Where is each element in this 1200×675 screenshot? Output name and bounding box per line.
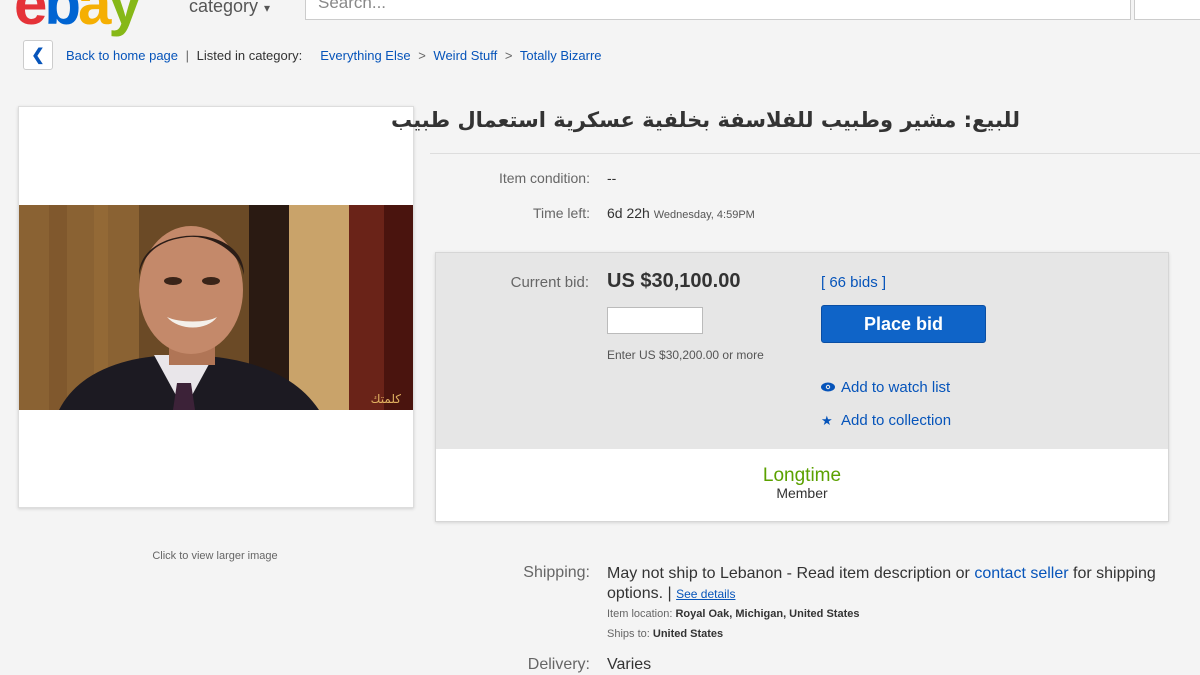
search-scope-field[interactable]	[1134, 0, 1200, 20]
item-condition-label: Item condition:	[498, 170, 590, 186]
breadcrumb-item-everything-else[interactable]: Everything Else	[320, 48, 410, 63]
current-bid-label: Current bid:	[510, 274, 589, 291]
see-details-link[interactable]: See details	[676, 587, 735, 601]
seller-badge-title: Longtime	[762, 465, 842, 486]
view-larger-image-caption[interactable]: Click to view larger image	[18, 550, 412, 562]
bid-hint: Enter US $30,200.00 or more	[607, 348, 764, 362]
item-location-label: Item location:	[607, 608, 673, 620]
breadcrumb: Back to home page | Listed in category: …	[66, 48, 602, 63]
breadcrumb-item-weird-stuff[interactable]: Weird Stuff	[433, 48, 497, 63]
ships-to: Ships to: United States	[607, 628, 723, 640]
logo-letter-b: b	[44, 0, 81, 37]
item-image-panel[interactable]: كلمتك	[18, 106, 414, 508]
category-dropdown[interactable]: category ▾	[189, 0, 270, 17]
caret-down-icon: ▾	[264, 1, 271, 15]
top-bar: ebay category ▾ Search...	[0, 0, 1200, 34]
seller-badge-subtitle: Member	[776, 485, 828, 501]
search-placeholder: Search...	[318, 0, 387, 12]
logo-letter-e: e	[14, 0, 47, 37]
time-left-duration: 6d 22h	[607, 205, 650, 221]
shipping-text-before: May not ship to Lebanon - Read item desc…	[607, 565, 975, 582]
breadcrumb-item-totally-bizarre[interactable]: Totally Bizarre	[520, 48, 602, 63]
time-left-label: Time left:	[532, 205, 590, 221]
collection-label: Add to collection	[841, 412, 952, 429]
search-input[interactable]: Search...	[305, 0, 1131, 20]
current-bid-value: US $30,100.00	[607, 270, 741, 292]
ships-to-label: Ships to:	[607, 628, 650, 640]
back-button[interactable]: ❮	[23, 40, 53, 70]
breadcrumb-separator: >	[418, 48, 426, 63]
add-to-watch-list-link[interactable]: Add to watch list	[821, 379, 950, 396]
watch-list-label: Add to watch list	[841, 379, 951, 396]
item-photo[interactable]: كلمتك	[19, 205, 413, 410]
item-location: Item location: Royal Oak, Michigan, Unit…	[607, 608, 859, 620]
photo-illustration: كلمتك	[19, 205, 413, 410]
ships-to-value: United States	[652, 628, 724, 640]
bid-panel-top: Current bid: US $30,100.00 Enter US $30,…	[436, 253, 1168, 449]
item-condition-value: --	[607, 170, 617, 186]
logo-letter-y: y	[108, 0, 141, 37]
time-left-detail: Wednesday, 4:59PM	[653, 209, 755, 221]
contact-seller-link[interactable]: contact seller	[974, 565, 1068, 582]
star-icon: ★	[821, 412, 833, 428]
time-left-value: 6d 22h Wednesday, 4:59PM	[607, 205, 755, 221]
logo-letter-a: a	[78, 0, 111, 37]
listed-in-label: Listed in category:	[196, 48, 303, 63]
title-divider	[430, 153, 1200, 154]
bid-amount-input[interactable]	[607, 307, 703, 334]
item-title: للبيع: مشير وطبيب للفلاسفة بخلفية عسكرية…	[391, 108, 1020, 132]
ebay-logo[interactable]: ebay	[14, 0, 142, 37]
shipping-details: May not ship to Lebanon - Read item desc…	[607, 564, 1167, 604]
seller-badge: Longtime Member	[436, 465, 1168, 501]
chevron-left-icon: ❮	[31, 47, 45, 64]
shipping-label: Shipping:	[523, 564, 590, 581]
item-location-value: Royal Oak, Michigan, United States	[675, 608, 860, 620]
place-bid-button[interactable]: Place bid	[821, 305, 986, 343]
bids-count-link[interactable]: [ 66 bids ]	[821, 274, 886, 291]
divider: |	[185, 48, 190, 63]
back-to-home-link[interactable]: Back to home page	[66, 48, 178, 63]
add-to-collection-link[interactable]: ★ Add to collection	[821, 412, 951, 429]
delivery-label: Delivery:	[527, 656, 590, 673]
breadcrumb-separator: >	[504, 48, 513, 63]
image-watermark: كلمتك	[371, 392, 402, 406]
bid-panel: Current bid: US $30,100.00 Enter US $30,…	[435, 252, 1169, 522]
category-label: category	[189, 0, 259, 16]
eye-icon	[821, 379, 841, 396]
delivery-value: Varies	[607, 656, 652, 673]
